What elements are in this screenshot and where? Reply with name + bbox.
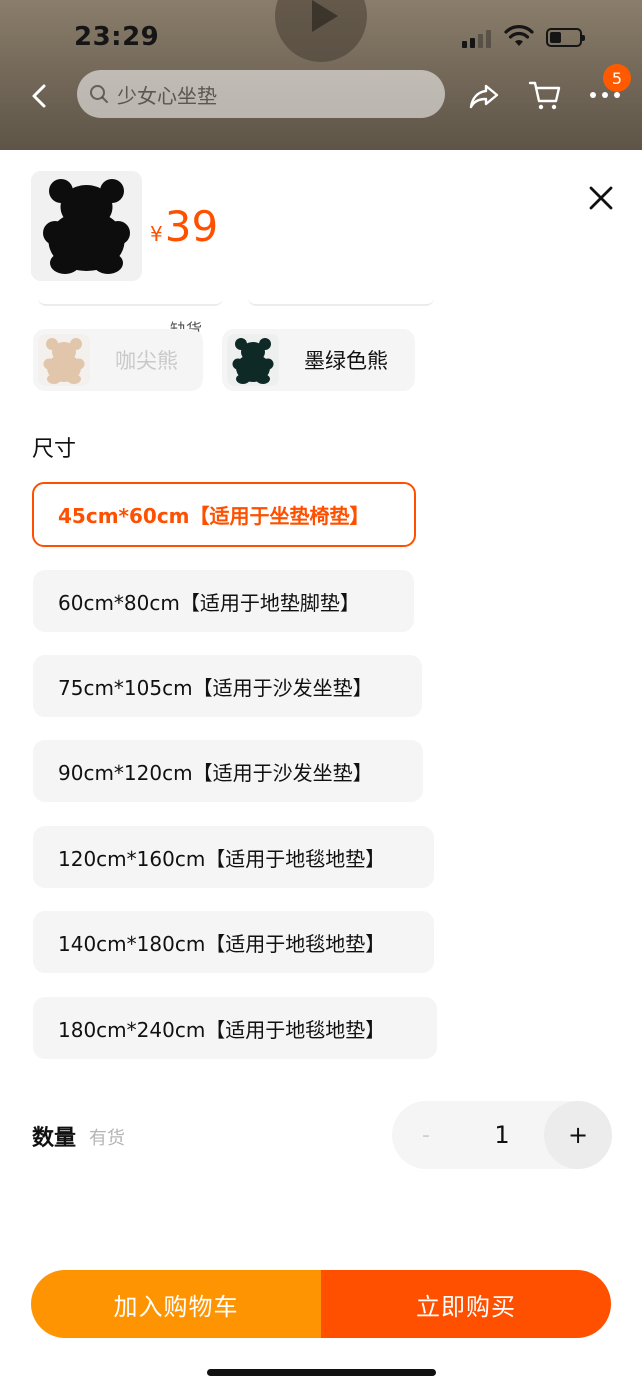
color-option[interactable]: 墨绿色熊	[222, 329, 415, 391]
price-currency: ¥	[150, 222, 163, 246]
decrease-quantity-button[interactable]: -	[392, 1101, 460, 1169]
stock-status: 有货	[89, 1128, 125, 1149]
back-icon[interactable]	[22, 78, 56, 114]
wifi-icon	[504, 25, 534, 46]
color-thumbnail	[227, 334, 279, 386]
bear-mat-image	[31, 171, 142, 281]
color-option-clipped	[38, 298, 223, 306]
add-to-cart-button[interactable]: 加入购物车	[31, 1270, 321, 1338]
cart-icon[interactable]	[528, 78, 562, 112]
cellular-signal-icon	[462, 30, 496, 48]
selected-product-thumbnail[interactable]	[31, 171, 142, 281]
color-option-clipped	[248, 298, 434, 306]
size-option[interactable]: 120cm*160cm【适用于地毯地垫】	[33, 826, 434, 888]
background-page-header: 23:29 少女心坐垫 5	[0, 0, 642, 150]
size-option[interactable]: 75cm*105cm【适用于沙发坐垫】	[33, 655, 422, 717]
size-option[interactable]: 60cm*80cm【适用于地垫脚垫】	[33, 570, 414, 632]
size-section-title: 尺寸	[32, 437, 77, 462]
search-bar[interactable]: 少女心坐垫	[77, 70, 445, 118]
color-thumbnail	[38, 334, 90, 386]
close-icon[interactable]	[585, 182, 617, 214]
home-indicator[interactable]	[207, 1369, 436, 1376]
size-option-selected[interactable]: 45cm*60cm【适用于坐垫椅垫】	[32, 482, 416, 547]
price-value: 39	[164, 202, 219, 251]
size-option[interactable]: 140cm*180cm【适用于地毯地垫】	[33, 911, 434, 973]
color-option-disabled: 咖尖熊	[33, 329, 203, 391]
color-option-label: 咖尖熊	[115, 349, 178, 373]
color-option-label: 墨绿色熊	[304, 349, 388, 373]
quantity-stepper: - 1 +	[392, 1101, 612, 1169]
battery-icon	[546, 28, 585, 47]
quantity-value[interactable]: 1	[460, 1101, 544, 1169]
cart-count-badge: 5	[603, 64, 631, 92]
play-icon	[312, 0, 338, 32]
increase-quantity-button[interactable]: +	[544, 1101, 612, 1169]
size-option[interactable]: 180cm*240cm【适用于地毯地垫】	[33, 997, 437, 1059]
share-icon[interactable]	[468, 80, 500, 112]
sku-selection-sheet: ¥ 39 缺货 咖尖熊	[0, 150, 642, 1389]
search-icon	[90, 85, 108, 103]
price: ¥ 39	[150, 202, 218, 251]
status-time: 23:29	[74, 22, 160, 52]
buy-now-button[interactable]: 立即购买	[321, 1270, 611, 1338]
quantity-label: 数量	[32, 1126, 77, 1151]
search-placeholder: 少女心坐垫	[117, 83, 217, 108]
size-option[interactable]: 90cm*120cm【适用于沙发坐垫】	[33, 740, 423, 802]
